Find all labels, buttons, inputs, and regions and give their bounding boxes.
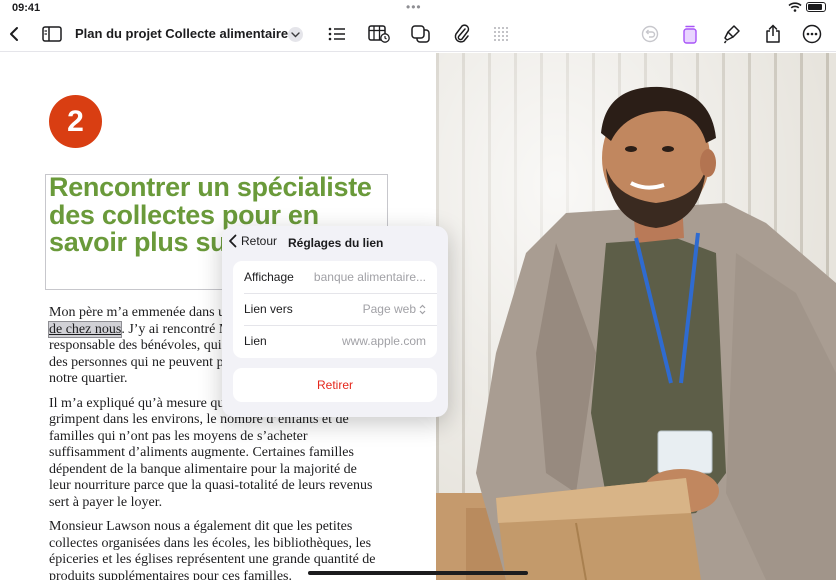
display-row[interactable]: Affichage banque alimentaire... — [233, 261, 437, 293]
home-indicator[interactable] — [308, 571, 528, 575]
back-label: Retour — [241, 234, 278, 248]
status-time: 09:41 — [12, 2, 41, 14]
share-icon[interactable] — [761, 22, 785, 46]
back-button[interactable]: Retour — [228, 234, 277, 248]
display-label: Affichage — [244, 270, 294, 284]
chevron-down-icon[interactable] — [288, 27, 303, 42]
link-url-label: Lien — [244, 334, 267, 348]
battery-icon — [806, 2, 826, 12]
format-icon[interactable] — [678, 22, 702, 46]
link-to-label: Lien vers — [244, 302, 293, 316]
document-title[interactable]: Plan du projet Collecte alimentaire... — [75, 26, 299, 41]
wifi-icon — [788, 2, 802, 12]
brush-icon[interactable] — [720, 22, 744, 46]
toolbar: Plan du projet Collecte alimentaire... — [0, 16, 836, 52]
more-icon[interactable] — [800, 22, 824, 46]
display-field[interactable]: banque alimentaire... — [314, 270, 426, 284]
remove-link-button[interactable]: Retirer — [233, 368, 437, 402]
volunteer-photo[interactable] — [436, 53, 836, 580]
multitasking-dots-icon[interactable]: ••• — [406, 0, 422, 14]
step-number-badge[interactable]: 2 — [49, 95, 102, 148]
status-bar: 09:41 ••• — [0, 0, 836, 16]
link-settings-popover: Retour Réglages du lien Affichage banque… — [222, 226, 448, 417]
chevron-up-down-icon — [419, 304, 426, 314]
shapes-icon[interactable] — [409, 22, 433, 46]
link-to-value: Page web — [362, 302, 416, 316]
volunteer-photo-illustration — [436, 53, 836, 580]
list-icon[interactable] — [325, 22, 349, 46]
link-to-row[interactable]: Lien vers Page web — [233, 293, 437, 325]
popover-title: Réglages du lien — [288, 236, 384, 250]
status-indicators — [788, 2, 826, 12]
back-icon[interactable] — [2, 22, 26, 46]
attachment-icon[interactable] — [450, 22, 474, 46]
sidebar-icon[interactable] — [40, 22, 64, 46]
grid-icon[interactable] — [489, 22, 513, 46]
undo-icon[interactable] — [638, 22, 662, 46]
link-to-selector[interactable]: Page web — [363, 302, 426, 316]
link-settings-group: Affichage banque alimentaire... Lien ver… — [233, 261, 437, 358]
table-icon[interactable] — [367, 22, 391, 46]
link-url-field[interactable]: www.apple.com — [342, 334, 426, 348]
chevron-left-icon — [229, 234, 237, 248]
link-url-row[interactable]: Lien www.apple.com — [233, 325, 437, 357]
